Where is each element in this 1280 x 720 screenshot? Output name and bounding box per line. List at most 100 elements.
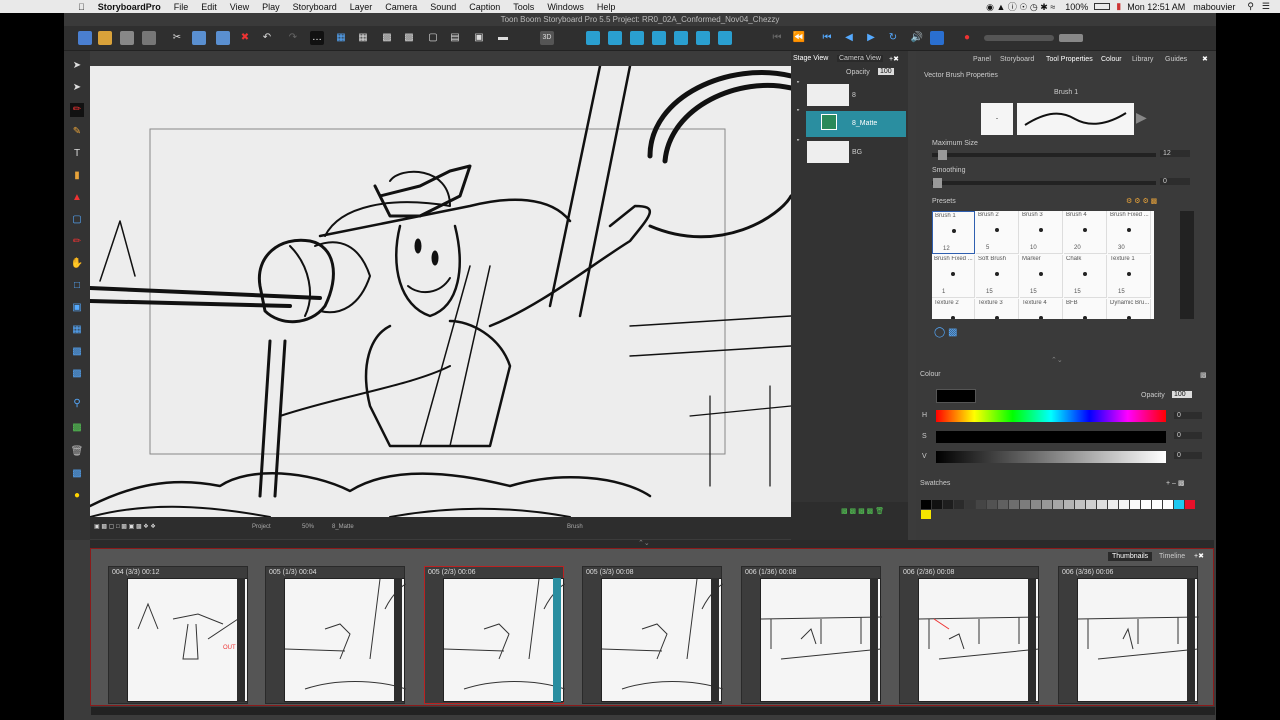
menu-view[interactable]: View xyxy=(230,2,249,12)
preset-cell[interactable]: Dynamic Bru... xyxy=(1108,299,1151,319)
layer-2-toggle-icon[interactable]: ” xyxy=(797,109,799,116)
redo-icon[interactable]: ↷ xyxy=(286,31,300,45)
h-field[interactable]: 0 xyxy=(1174,412,1202,419)
stage-tools-icons[interactable]: ▣ ▩ ▢ □ ▩ ▣ ▩ ❖ ❖ xyxy=(94,523,156,530)
layer-row-8-matte[interactable]: 8_Matte xyxy=(806,111,906,137)
saturation-slider[interactable] xyxy=(936,431,1166,443)
flag-icon[interactable]: ▮ xyxy=(1116,1,1121,12)
thumbnail-panel[interactable]: 004 (3/3) 00:12 OUT xyxy=(108,566,248,704)
swatch-dark5[interactable] xyxy=(976,500,986,509)
preset-cell[interactable]: Chalk 15 xyxy=(1064,255,1107,298)
preset-cell[interactable]: Texture 1 15 xyxy=(1108,255,1151,298)
camera-icon-2[interactable] xyxy=(608,31,622,45)
tab-camera-view[interactable]: Camera View xyxy=(837,55,883,62)
cut-icon[interactable]: ✂ xyxy=(170,31,184,45)
preset-cell[interactable]: Brush Fixed ... 1 xyxy=(932,255,975,298)
status-icons[interactable]: ◉ ▲ ⓘ ☉ ◷ ✱ ≈ xyxy=(986,0,1055,13)
preset-cell[interactable]: Marker 15 xyxy=(1020,255,1063,298)
menu-sound[interactable]: Sound xyxy=(430,2,456,12)
colour-section-label[interactable]: Colour xyxy=(920,371,941,378)
next-brush-icon[interactable]: ▶ xyxy=(1136,109,1147,126)
swatch-grey12[interactable] xyxy=(1108,500,1118,509)
perspective-tool-icon[interactable]: ▦ xyxy=(70,323,84,337)
swatch-dark3[interactable] xyxy=(954,500,964,509)
layer-1-toggle-icon[interactable]: ” xyxy=(797,81,799,88)
open-icon[interactable] xyxy=(98,31,112,45)
swatch-red[interactable] xyxy=(1185,500,1195,509)
loop-icon[interactable]: ↻ xyxy=(886,31,900,45)
swatch-dark4[interactable] xyxy=(965,500,975,509)
brush-mode-icons[interactable]: ◯ ▩ xyxy=(934,327,957,338)
s-field[interactable]: 0 xyxy=(1174,432,1202,439)
zoom-label[interactable]: 50% xyxy=(302,524,314,530)
thumbnail-panel[interactable]: 006 (1/36) 00:08 xyxy=(741,566,883,704)
preset-actions-icons[interactable]: ⚙ ⚙ ⚙ ▩ xyxy=(1126,197,1157,205)
menu-storyboard[interactable]: Storyboard xyxy=(293,2,337,12)
layer-row-8[interactable]: 8 xyxy=(806,83,906,107)
apple-icon[interactable]:  xyxy=(78,2,85,12)
swatch-grey2[interactable] xyxy=(998,500,1008,509)
dropper-tool-icon[interactable]: ✏ xyxy=(70,235,84,249)
swatch-grey13[interactable] xyxy=(1119,500,1129,509)
first-frame-icon[interactable]: ⏮ xyxy=(770,31,784,45)
save-as-icon[interactable] xyxy=(142,31,156,45)
menu-tools[interactable]: Tools xyxy=(513,2,534,12)
prev-frame-icon[interactable]: ⏪ xyxy=(792,31,806,45)
import-icon[interactable]: ▩ xyxy=(70,467,84,481)
swatch-yellow[interactable] xyxy=(921,510,931,519)
tab-tool-properties[interactable]: Tool Properties xyxy=(1046,56,1093,63)
user-name[interactable]: mabouvier xyxy=(1193,2,1235,12)
preset-cell[interactable]: Texture 4 xyxy=(1020,299,1063,319)
sound-icon[interactable]: 🔊 xyxy=(910,31,924,45)
zoom-tool-icon[interactable]: ⚲ xyxy=(70,397,84,411)
camera-icon-4[interactable] xyxy=(652,31,666,45)
thumbnail-panel[interactable]: 005 (3/3) 00:08 xyxy=(582,566,724,704)
menu-edit[interactable]: Edit xyxy=(201,2,217,12)
project-label[interactable]: Project xyxy=(252,524,271,530)
copy-icon[interactable] xyxy=(192,31,206,45)
smoothing-handle[interactable] xyxy=(933,178,942,188)
camera-icon-1[interactable] xyxy=(586,31,600,45)
frame-icon[interactable]: ▢ xyxy=(426,31,440,45)
spotlight-icon[interactable]: ⚲ xyxy=(1247,1,1254,12)
pencil-tool-icon[interactable]: ✎ xyxy=(70,125,84,139)
smoothing-field[interactable]: 0 xyxy=(1160,178,1190,185)
layer-label[interactable]: 8_Matte xyxy=(332,524,354,530)
panel-splitter[interactable]: ⌃⌄ xyxy=(90,540,1214,548)
new-icon[interactable] xyxy=(78,31,92,45)
record-icon[interactable]: ● xyxy=(960,31,974,45)
presets-label[interactable]: Presets xyxy=(932,198,956,205)
opacity-field[interactable]: 100 xyxy=(878,68,894,75)
overlay-icon[interactable]: ▣ xyxy=(472,31,486,45)
share-icon[interactable] xyxy=(930,31,944,45)
preset-cell[interactable]: Texture 2 xyxy=(932,299,975,319)
eraser-tool-icon[interactable]: ▮ xyxy=(70,169,84,183)
splitter-handle-icon[interactable]: ⌃⌄ xyxy=(638,539,650,547)
layer-row-bg[interactable]: BG xyxy=(806,140,906,164)
presets-scrollbar[interactable] xyxy=(1180,211,1194,319)
tab-thumbnails[interactable]: Thumbnails xyxy=(1108,552,1153,561)
preset-cell[interactable]: Brush 3 10 xyxy=(1020,211,1063,254)
delete-icon[interactable]: ✖ xyxy=(238,31,252,45)
panel-divider-handle[interactable]: ⌃⌄ xyxy=(1051,356,1063,364)
swatch-black[interactable] xyxy=(921,500,931,509)
grid-icon[interactable]: ▦ xyxy=(334,31,348,45)
layout-icon[interactable]: ▦ xyxy=(356,31,370,45)
tab-timeline[interactable]: Timeline xyxy=(1159,553,1185,560)
hand-tool-icon[interactable]: ✋ xyxy=(70,257,84,271)
clock[interactable]: Mon 12:51 AM xyxy=(1127,2,1185,12)
layer-action-icons[interactable]: ▩ ▩ ▩ ▩ 🗑 xyxy=(841,507,884,515)
brush-tool-icon[interactable]: ✏ xyxy=(70,103,84,117)
battery-percent[interactable]: 100% xyxy=(1065,2,1088,12)
cutter-tool-icon[interactable]: □ xyxy=(70,279,84,293)
colour-opacity-field[interactable]: 100 xyxy=(1172,391,1192,398)
camera-icon-5[interactable] xyxy=(674,31,688,45)
swatch-grey8[interactable] xyxy=(1064,500,1074,509)
caption-icon[interactable]: ▤ xyxy=(448,31,462,45)
menu-caption[interactable]: Caption xyxy=(469,2,500,12)
notification-icon[interactable]: ☰ xyxy=(1262,1,1270,12)
max-size-slider[interactable] xyxy=(932,153,1156,157)
camera-icon-3[interactable] xyxy=(630,31,644,45)
rewind-icon[interactable]: ◀ xyxy=(842,31,856,45)
swatch-grey6[interactable] xyxy=(1042,500,1052,509)
